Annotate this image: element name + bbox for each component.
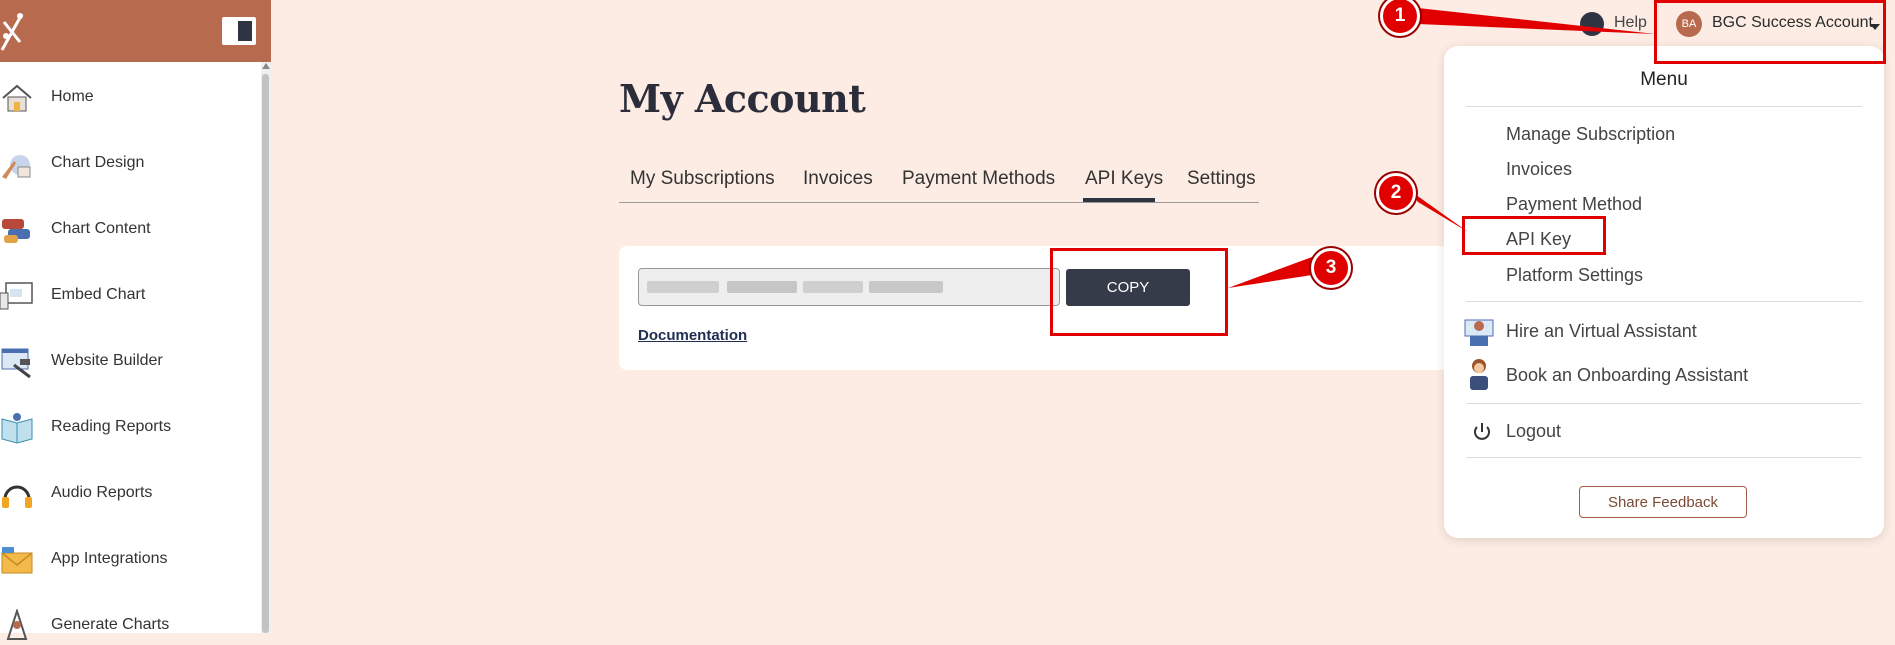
page-title: My Account: [619, 76, 866, 121]
sidebar-item-label: Generate Charts: [51, 616, 170, 633]
sidebar-item-label: Reading Reports: [51, 418, 172, 435]
scroll-up-arrow-icon[interactable]: [262, 63, 270, 69]
sidebar-header: [0, 0, 271, 62]
menu-item-payment-method[interactable]: Payment Method: [1506, 194, 1642, 215]
sidebar-scroll-thumb[interactable]: [262, 74, 269, 633]
sidebar-item-label: Chart Content: [51, 220, 151, 237]
sidebar-item-label: App Integrations: [51, 550, 168, 567]
logout-button[interactable]: Logout: [1506, 421, 1561, 442]
tab-settings[interactable]: Settings: [1187, 168, 1256, 190]
panel-icon: [238, 21, 252, 41]
documentation-link[interactable]: Documentation: [638, 327, 747, 344]
app-logo-icon[interactable]: [0, 8, 28, 54]
sidebar-item-chart-design[interactable]: Chart Design: [0, 143, 260, 183]
annotation-step-1: 1: [1380, 0, 1420, 36]
generate-charts-icon: [6, 609, 28, 640]
annotation-step-3: 3: [1311, 248, 1351, 288]
sidebar-item-label: Audio Reports: [51, 484, 153, 501]
redacted-key: [803, 281, 863, 293]
redacted-key: [647, 281, 719, 293]
house-icon: [2, 84, 32, 112]
menu-divider: [1466, 403, 1862, 404]
tab-my-subscriptions[interactable]: My Subscriptions: [630, 168, 775, 190]
embed-chart-icon: [0, 282, 33, 310]
menu-item-manage-subscription[interactable]: Manage Subscription: [1506, 124, 1675, 145]
annotation-highlight-account: [1654, 0, 1886, 64]
help-icon[interactable]: [1580, 12, 1604, 36]
sidebar-item-app-integrations[interactable]: App Integrations: [0, 539, 260, 579]
sidebar-item-label: Embed Chart: [51, 286, 146, 303]
active-tab-indicator: [1083, 198, 1155, 202]
headphones-icon: [2, 485, 32, 508]
account-dropdown-menu: [1444, 46, 1884, 538]
redacted-key: [869, 281, 943, 293]
annotation-highlight-api-key: [1462, 216, 1606, 255]
redacted-key: [727, 281, 797, 293]
menu-divider: [1466, 301, 1862, 302]
tab-invoices[interactable]: Invoices: [803, 168, 873, 190]
menu-title: Menu: [1640, 69, 1688, 90]
annotation-highlight-copy: [1050, 248, 1228, 336]
virtual-assistant-icon: [1464, 319, 1494, 346]
sidebar-item-website-builder[interactable]: Website Builder: [0, 341, 260, 381]
chart-design-icon: [2, 155, 31, 179]
sidebar-item-generate-charts[interactable]: Generate Charts: [0, 605, 260, 645]
sidebar-item-reading-reports[interactable]: Reading Reports: [0, 407, 260, 447]
sidebar: Home Chart Design Chart Content Embed Ch…: [0, 0, 271, 640]
help-link[interactable]: Help: [1614, 14, 1647, 32]
tab-payment-methods[interactable]: Payment Methods: [902, 168, 1055, 190]
menu-item-invoices[interactable]: Invoices: [1506, 159, 1572, 180]
onboarding-assistant-icon: [1470, 359, 1488, 390]
power-icon: [1474, 423, 1490, 440]
envelope-icon: [1, 547, 33, 574]
tab-api-keys[interactable]: API Keys: [1085, 168, 1163, 190]
menu-item-platform-settings[interactable]: Platform Settings: [1506, 265, 1643, 286]
sidebar-item-label: Website Builder: [51, 352, 163, 369]
reading-reports-icon: [1, 413, 33, 444]
menu-item-book-onboarding-assistant[interactable]: Book an Onboarding Assistant: [1506, 365, 1748, 386]
menu-divider: [1466, 457, 1862, 458]
sidebar-item-label: Chart Design: [51, 154, 145, 171]
chart-content-icon: [2, 219, 30, 243]
sidebar-toggle-button[interactable]: [222, 17, 256, 45]
website-builder-icon: [1, 348, 31, 379]
account-tabs: My Subscriptions Invoices Payment Method…: [619, 164, 1259, 203]
sidebar-item-chart-content[interactable]: Chart Content: [0, 209, 260, 249]
share-feedback-button[interactable]: Share Feedback: [1579, 486, 1747, 518]
sidebar-item-home[interactable]: Home: [0, 77, 260, 117]
menu-divider: [1466, 106, 1862, 107]
sidebar-item-label: Home: [51, 88, 94, 105]
sidebar-item-embed-chart[interactable]: Embed Chart: [0, 275, 260, 315]
sidebar-item-audio-reports[interactable]: Audio Reports: [0, 473, 260, 513]
annotation-step-2: 2: [1376, 173, 1416, 213]
menu-item-hire-virtual-assistant[interactable]: Hire an Virtual Assistant: [1506, 321, 1697, 342]
